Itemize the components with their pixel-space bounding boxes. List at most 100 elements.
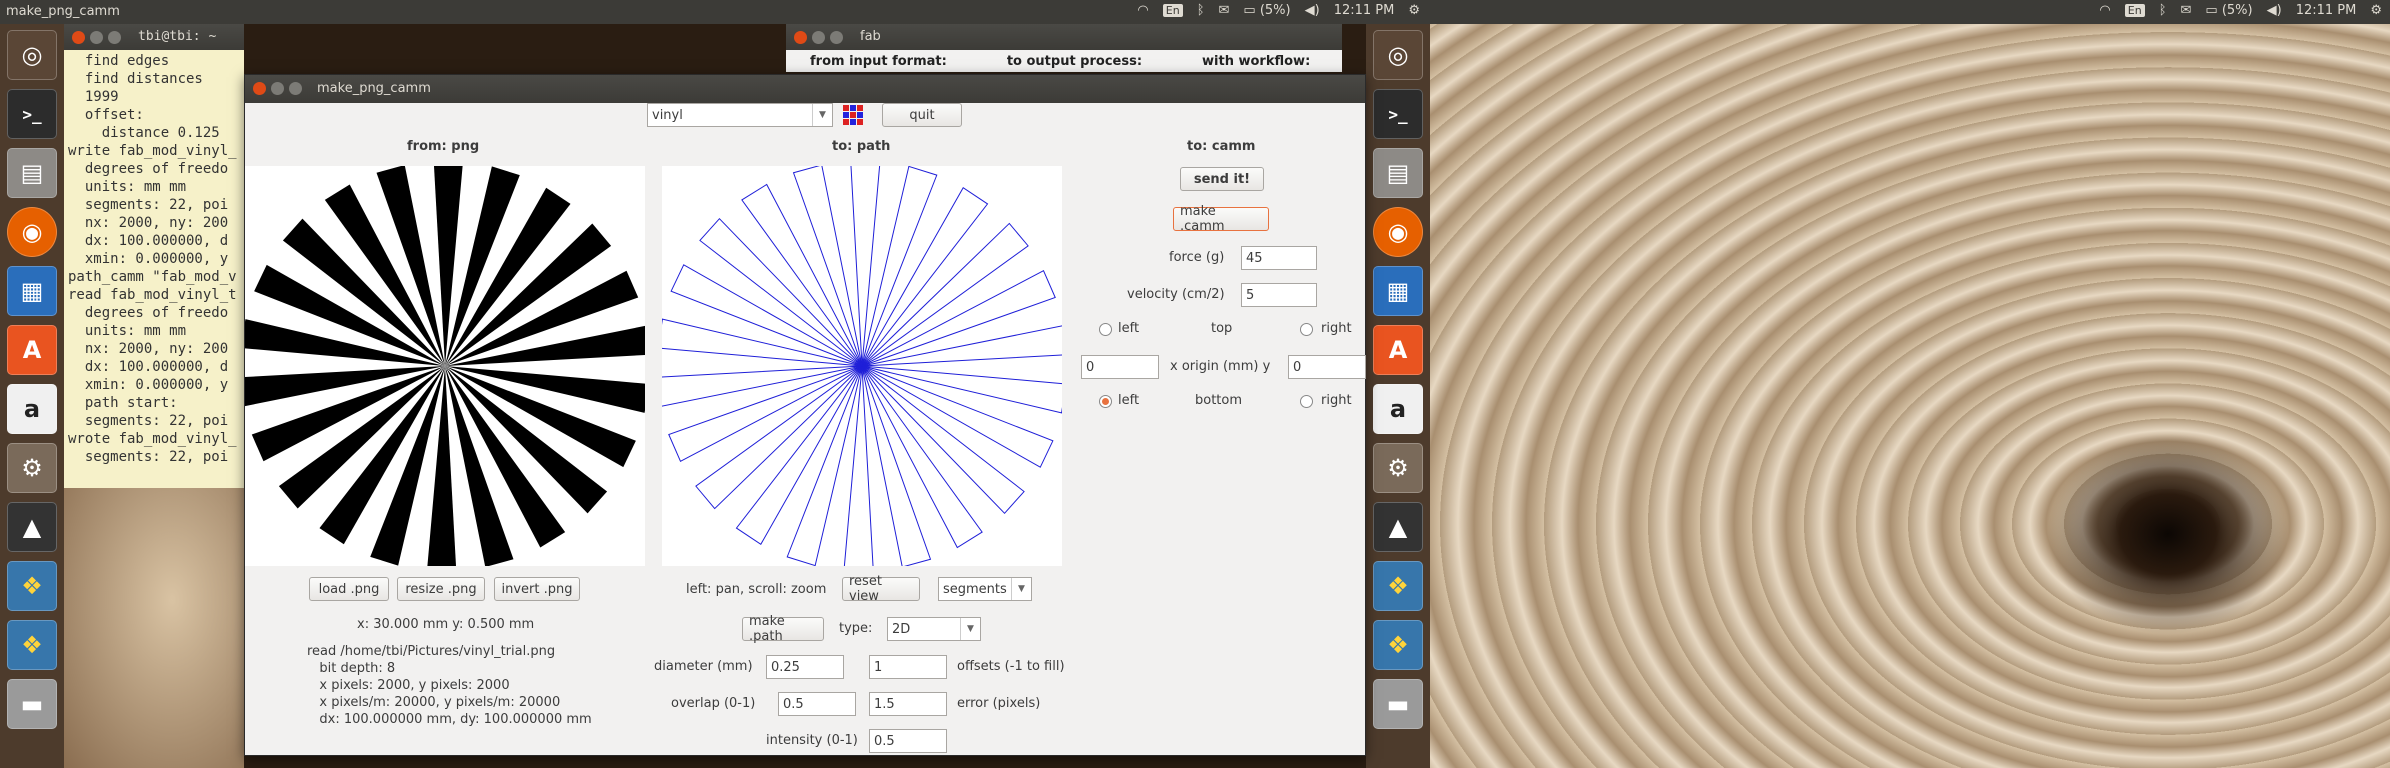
gear-icon[interactable]: ⚙ [2370, 3, 2382, 18]
png-preview[interactable] [240, 161, 650, 571]
window-title: make_png_camm [317, 81, 431, 96]
fab-window[interactable]: fab from input format: to output process… [786, 24, 1342, 72]
gear-icon[interactable]: ⚙ [1408, 3, 1420, 18]
error-input[interactable] [869, 692, 947, 716]
view-mode-select[interactable]: segments ▼ [938, 577, 1032, 601]
bottom-right-label: right [1321, 393, 1352, 408]
main-titlebar[interactable]: make_png_camm [245, 75, 1365, 103]
minimize-icon[interactable] [812, 31, 825, 44]
machine-select[interactable]: vinyl ▼ [647, 103, 833, 127]
origin-bottom-right-radio[interactable] [1300, 395, 1313, 408]
type-select[interactable]: 2D ▼ [887, 617, 981, 641]
mail-icon[interactable]: ✉ [2181, 3, 2192, 18]
bluetooth-icon[interactable]: ᛒ [2159, 3, 2167, 18]
close-icon[interactable] [253, 82, 266, 95]
files-icon[interactable]: ▤ [1373, 148, 1423, 198]
wifi-icon[interactable]: ◠ [1137, 3, 1148, 18]
origin-y-input[interactable] [1288, 355, 1366, 379]
origin-top-left-radio[interactable] [1099, 323, 1112, 336]
chevron-down-icon: ▼ [1011, 578, 1031, 600]
keyboard-layout-indicator[interactable]: En [2124, 4, 2145, 17]
offsets-input[interactable] [869, 655, 947, 679]
close-icon[interactable] [72, 31, 85, 44]
minimize-icon[interactable] [271, 82, 284, 95]
invert-png-button[interactable]: invert .png [494, 577, 580, 601]
force-input[interactable] [1241, 246, 1317, 270]
wifi-icon[interactable]: ◠ [2099, 3, 2110, 18]
top-right-label: right [1321, 321, 1352, 336]
make-path-button[interactable]: make .path [742, 614, 824, 644]
path-preview[interactable] [656, 160, 1068, 572]
diameter-input[interactable] [766, 655, 844, 679]
firefox-icon[interactable]: ◉ [7, 207, 57, 257]
force-label: force (g) [1169, 250, 1225, 265]
toolpath-segment [861, 186, 989, 367]
inkscape-icon[interactable]: ▲ [1373, 502, 1423, 552]
machine-select-value: vinyl [652, 107, 683, 123]
battery-indicator[interactable]: ▭ (5%) [2205, 3, 2252, 18]
mail-icon[interactable]: ✉ [1219, 3, 1230, 18]
software-center-icon[interactable]: A [1373, 325, 1423, 375]
inkscape-icon[interactable]: ▲ [7, 502, 57, 552]
clock[interactable]: 12:11 PM [2296, 3, 2357, 18]
make-camm-button[interactable]: make .camm [1173, 204, 1269, 234]
fab-titlebar[interactable]: fab [786, 24, 1342, 50]
toolpath-segment [668, 365, 863, 462]
python-icon-2[interactable]: ❖ [7, 620, 57, 670]
ubuntu-logo-icon[interactable]: ◎ [1373, 30, 1423, 80]
files-icon[interactable]: ▤ [7, 148, 57, 198]
keyboard-layout-indicator[interactable]: En [1162, 4, 1183, 17]
terminal-icon[interactable]: >_ [7, 89, 57, 139]
terminal-output[interactable]: find edges find distances 1999 offset: d… [64, 50, 244, 468]
png-info: read /home/tbi/Pictures/vinyl_trial.png … [307, 644, 592, 727]
toolpath-segment [861, 365, 1054, 468]
velocity-input[interactable] [1241, 283, 1317, 307]
top-label: top [1211, 321, 1233, 336]
maximize-icon[interactable] [830, 31, 843, 44]
resize-png-button[interactable]: resize .png [397, 577, 485, 601]
battery-indicator[interactable]: ▭ (5%) [1243, 3, 1290, 18]
clock[interactable]: 12:11 PM [1334, 3, 1395, 18]
amazon-icon[interactable]: a [7, 384, 57, 434]
origin-x-input[interactable] [1081, 355, 1159, 379]
load-png-button[interactable]: load .png [309, 577, 389, 601]
indicator-area: ◠ En ᛒ ✉ ▭ (5%) ◀) 12:11 PM ⚙ [1137, 3, 1420, 18]
make-png-camm-window[interactable]: make_png_camm vinyl ▼ quit from: png to:… [240, 74, 1366, 756]
from-png-label: from: png [407, 139, 480, 154]
ubuntu-logo-icon[interactable]: ◎ [7, 30, 57, 80]
origin-top-right-radio[interactable] [1300, 323, 1313, 336]
close-icon[interactable] [794, 31, 807, 44]
toolpath-segment [850, 160, 881, 367]
output-process-label: to output process: [1006, 54, 1143, 69]
firefox-icon[interactable]: ◉ [1373, 207, 1423, 257]
minimize-icon[interactable] [90, 31, 103, 44]
to-path-label: to: path [832, 139, 891, 154]
toolpath-segment [861, 365, 932, 568]
terminal-window[interactable]: tbi@tbi: ~ find edges find distances 199… [64, 24, 244, 488]
writer-icon[interactable]: ▦ [7, 266, 57, 316]
overlap-input[interactable] [778, 692, 856, 716]
drive-icon[interactable]: ▬ [1373, 679, 1423, 729]
python-icon[interactable]: ❖ [1373, 561, 1423, 611]
intensity-input[interactable] [869, 729, 947, 753]
maximize-icon[interactable] [289, 82, 302, 95]
terminal-titlebar[interactable]: tbi@tbi: ~ [64, 24, 244, 50]
send-button[interactable]: send it! [1180, 167, 1264, 191]
python-icon[interactable]: ❖ [7, 561, 57, 611]
starburst-image [240, 161, 650, 571]
terminal-icon[interactable]: >_ [1373, 89, 1423, 139]
maximize-icon[interactable] [108, 31, 121, 44]
origin-bottom-left-radio[interactable] [1099, 395, 1112, 408]
quit-button[interactable]: quit [882, 103, 962, 127]
drive-icon[interactable]: ▬ [7, 679, 57, 729]
volume-icon[interactable]: ◀) [2267, 3, 2282, 18]
writer-icon[interactable]: ▦ [1373, 266, 1423, 316]
software-center-icon[interactable]: A [7, 325, 57, 375]
settings-icon[interactable]: ⚙ [7, 443, 57, 493]
volume-icon[interactable]: ◀) [1305, 3, 1320, 18]
amazon-icon[interactable]: a [1373, 384, 1423, 434]
reset-view-button[interactable]: reset view [842, 574, 920, 604]
bluetooth-icon[interactable]: ᛒ [1197, 3, 1205, 18]
python-icon-2[interactable]: ❖ [1373, 620, 1423, 670]
settings-icon[interactable]: ⚙ [1373, 443, 1423, 493]
